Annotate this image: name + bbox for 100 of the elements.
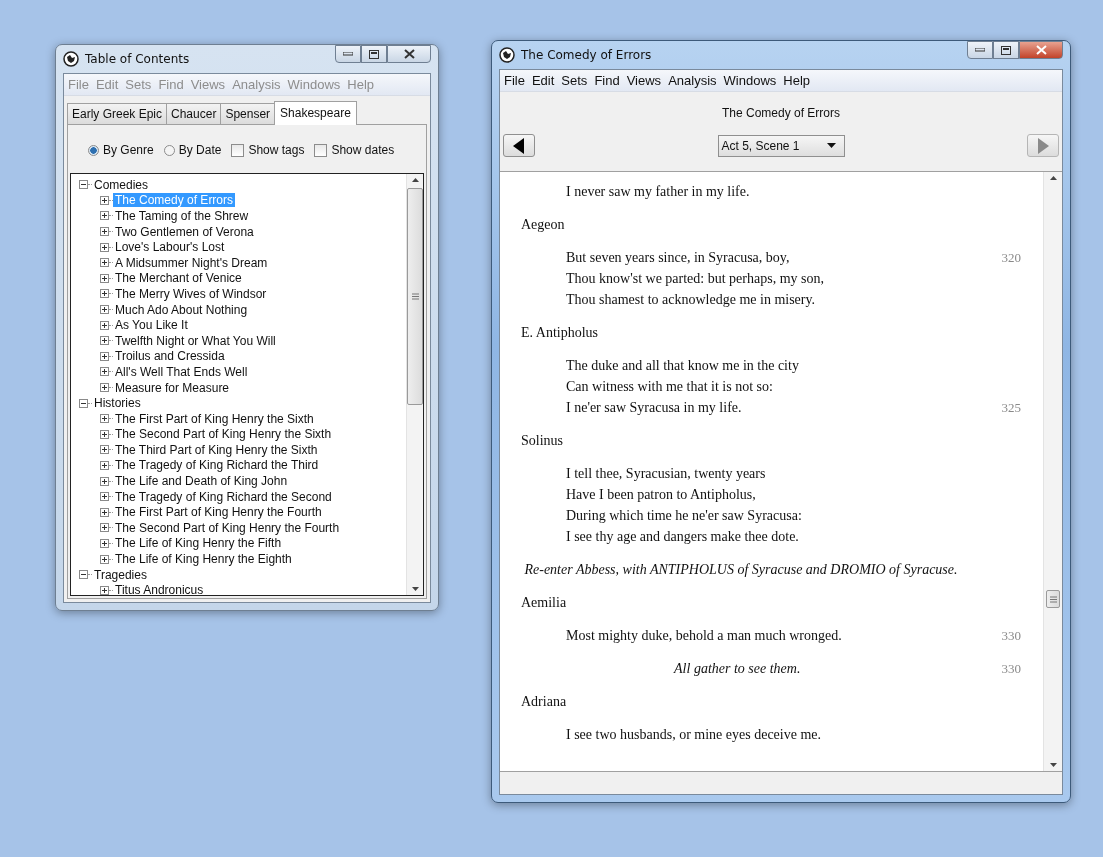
menu-item[interactable]: File (504, 73, 525, 88)
collapse-icon[interactable] (79, 398, 88, 408)
tree-item[interactable]: The Taming of the Shrew (113, 209, 251, 223)
verse-line: Most mighty duke, behold a man much wronged. (566, 627, 842, 645)
menu-item[interactable]: Edit (531, 73, 555, 88)
radio-button[interactable] (88, 144, 99, 156)
expand-icon[interactable] (100, 273, 109, 283)
scroll-down-icon[interactable] (411, 587, 419, 591)
tree-item[interactable]: The Second Part of King Henry the Fourth (113, 520, 342, 535)
verse-line: During which time he ne'er saw Syracusa: (566, 507, 802, 525)
line-number: 320 (1001, 249, 1021, 267)
radio-button[interactable] (163, 144, 175, 156)
expand-icon[interactable] (100, 195, 109, 205)
scrollbar-thumb[interactable] (1046, 590, 1060, 608)
tree-item[interactable]: The First Part of King Henry the Fourth (113, 505, 324, 520)
expand-icon[interactable] (100, 211, 109, 221)
tree-item[interactable]: The First Part of King Henry the Sixth (113, 411, 316, 426)
tree-item[interactable]: A Midsummer Night's Dream (113, 255, 270, 270)
expand-icon[interactable] (100, 367, 109, 377)
scroll-down-icon[interactable] (1049, 763, 1057, 767)
scrollbar[interactable] (406, 174, 423, 595)
menu-item[interactable]: Help (783, 73, 811, 88)
checkbox[interactable] (314, 143, 328, 157)
tree-item[interactable]: All's Well That Ends Well (113, 364, 250, 379)
line-number: 330 (1001, 627, 1021, 645)
tree-item[interactable]: Twelfth Night or What You Will (113, 333, 278, 348)
close-icon (403, 49, 415, 59)
tree-item[interactable]: The Second Part of King Henry the Sixth (113, 427, 334, 442)
close-button[interactable] (1019, 41, 1063, 59)
tree-item[interactable]: Much Ado About Nothing (113, 302, 250, 317)
expand-icon[interactable] (100, 289, 109, 299)
tree-item[interactable]: Troilus and Cressida (113, 349, 227, 364)
expand-icon[interactable] (100, 320, 109, 330)
tree-item[interactable]: The Life of King Henry the Fifth (113, 536, 284, 551)
tree-item[interactable]: The Third Part of King Henry the Sixth (113, 442, 320, 457)
tree-item[interactable]: The Tragedy of King Richard the Second (113, 489, 334, 504)
tree-item[interactable]: Measure for Measure (113, 380, 232, 395)
close-icon (1035, 45, 1047, 55)
window-title: The Comedy of Errors (521, 48, 652, 62)
caret-icon (826, 143, 836, 148)
tree-item[interactable]: The Merry Wives of Windsor (113, 286, 269, 301)
tree-item[interactable]: The Life and Death of King John (113, 474, 290, 489)
option-label: By Date (178, 143, 222, 157)
expand-icon[interactable] (100, 445, 109, 455)
verse-line: Have I been patron to Antipholus, (566, 486, 756, 504)
tree-item[interactable]: Titus Andronicus (113, 583, 206, 595)
speaker-name: E. Antipholus (521, 324, 599, 342)
expand-icon[interactable] (100, 383, 109, 392)
menu-item[interactable]: Sets (561, 73, 588, 88)
expand-icon[interactable] (100, 523, 109, 533)
scrollbar[interactable] (1043, 172, 1062, 771)
tree-item[interactable]: Love's Labour's Lost (113, 240, 227, 255)
expand-icon[interactable] (100, 336, 109, 346)
expand-icon[interactable] (100, 507, 109, 517)
scroll-up-icon[interactable] (1049, 176, 1057, 180)
expand-icon[interactable] (100, 554, 109, 564)
checkbox[interactable] (231, 143, 245, 157)
expand-icon[interactable] (100, 585, 109, 595)
menu-item[interactable]: Analysis (668, 73, 717, 88)
expand-icon[interactable] (100, 476, 109, 486)
tree-item[interactable]: Two Gentlemen of Verona (113, 224, 256, 239)
expand-icon[interactable] (100, 351, 109, 361)
expand-icon[interactable] (100, 258, 109, 268)
verse-line: I never saw my father in my life. (566, 183, 750, 201)
left-arrow-icon (513, 137, 525, 154)
tree-item[interactable]: The Merchant of Venice (113, 271, 244, 286)
expand-icon[interactable] (100, 429, 109, 439)
tree-item[interactable]: The Tragedy of King Richard the Third (113, 458, 321, 473)
collapse-icon[interactable] (79, 180, 88, 190)
stage-direction: Re-enter Abbess, with ANTIPHOLUS of Syracuse and DROMIO of Syracuse. (523, 561, 959, 579)
previous-button[interactable] (503, 134, 535, 157)
maximize-button[interactable] (993, 41, 1019, 59)
tree-item[interactable]: Histories (92, 396, 143, 411)
expand-icon[interactable] (100, 492, 109, 502)
next-button[interactable] (1027, 134, 1059, 157)
minimize-button[interactable] (967, 41, 993, 59)
expand-icon[interactable] (100, 227, 109, 237)
expand-icon[interactable] (100, 242, 109, 252)
expand-icon[interactable] (100, 414, 109, 424)
speaker-name: Aemilia (521, 594, 568, 612)
tree-item[interactable]: Tragedies (92, 567, 149, 582)
line-number: 330 (1001, 660, 1021, 678)
menu-item[interactable]: Windows (723, 73, 777, 88)
scene-dropdown[interactable]: Act 5, Scene 1 (717, 134, 845, 157)
collapse-icon[interactable] (79, 570, 88, 580)
tree-item[interactable]: Comedies (92, 177, 151, 192)
window-title: Table of Contents (85, 52, 190, 66)
scroll-up-icon[interactable] (411, 178, 419, 182)
app-icon (63, 51, 79, 67)
scrollbar-thumb[interactable] (407, 188, 423, 405)
stage-direction: All gather to see them. (672, 660, 802, 678)
tree-item[interactable]: As You Like It (113, 318, 190, 333)
expand-icon[interactable] (100, 461, 109, 470)
menu-item[interactable]: Find (594, 73, 620, 88)
maximize-icon (1001, 45, 1011, 55)
expand-icon[interactable] (100, 538, 109, 548)
menu-item[interactable]: Views (626, 73, 662, 88)
verse-line: Can witness with me that it is not so: (566, 378, 773, 396)
tree-item[interactable]: The Life of King Henry the Eighth (113, 552, 294, 567)
expand-icon[interactable] (100, 305, 109, 315)
